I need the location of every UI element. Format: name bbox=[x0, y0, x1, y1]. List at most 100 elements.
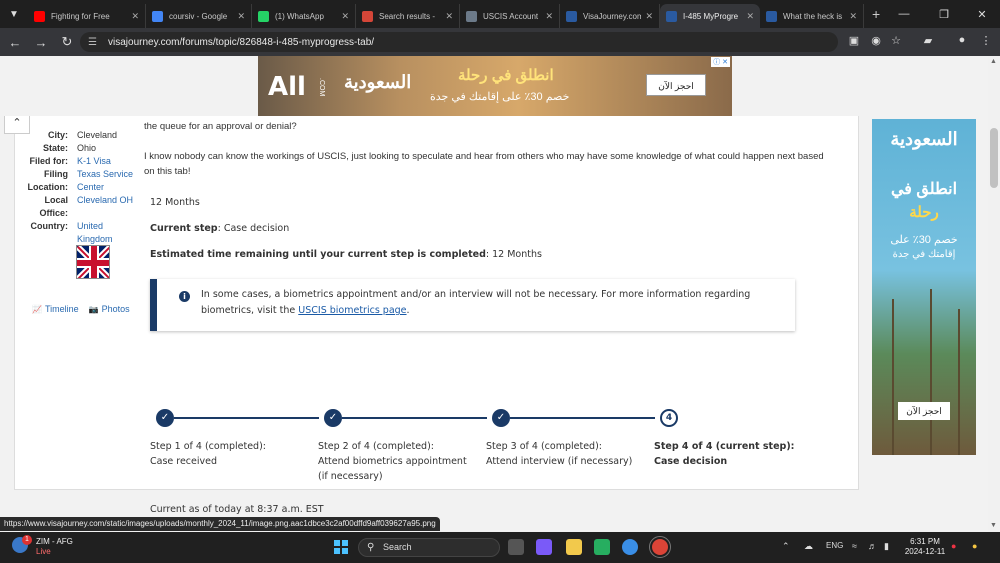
file-explorer-icon[interactable] bbox=[566, 539, 582, 555]
language-indicator[interactable]: ENG bbox=[826, 541, 843, 550]
ad-brand-logo: All bbox=[268, 72, 306, 102]
close-tab-icon[interactable]: ✕ bbox=[545, 11, 553, 22]
start-button[interactable] bbox=[334, 540, 348, 554]
profile-icon[interactable]: ● bbox=[954, 34, 970, 50]
tab-2[interactable]: coursiv - Google ✕ bbox=[146, 4, 252, 28]
profile-value[interactable]: K-1 Visa bbox=[77, 156, 139, 166]
address-bar[interactable]: ☰ visajourney.com/forums/topic/826848-i-… bbox=[80, 32, 838, 52]
profile-label: Filed for: bbox=[29, 156, 69, 166]
battery-icon[interactable]: ▮ bbox=[884, 541, 889, 552]
copilot-icon[interactable]: ● bbox=[972, 541, 977, 551]
post-paragraph: I know nobody can know the workings of U… bbox=[144, 151, 824, 162]
tab-5[interactable]: USCIS Account ✕ bbox=[460, 4, 560, 28]
close-tab-icon[interactable]: ✕ bbox=[445, 11, 453, 22]
volume-icon[interactable]: ♬ bbox=[868, 541, 877, 551]
clock[interactable]: 6:31 PM 2024-12-11 bbox=[904, 537, 946, 557]
tracking-protection-icon[interactable]: ◉ bbox=[868, 34, 884, 50]
close-tab-icon[interactable]: ✕ bbox=[341, 11, 349, 22]
step-label: Step 3 of 4 (completed): Attend interview… bbox=[486, 441, 633, 467]
gmail-icon bbox=[362, 10, 373, 22]
profile-value: Ohio bbox=[77, 143, 97, 153]
browser-toolbar: ← → ↻ ☰ visajourney.com/forums/topic/826… bbox=[0, 28, 1000, 56]
side-ad-offer-1: خصم 30٪ على bbox=[890, 234, 958, 246]
profile-value[interactable]: Kingdom bbox=[77, 234, 139, 244]
uscis-biometrics-link[interactable]: USCIS biometrics page bbox=[298, 305, 406, 316]
photos-link[interactable]: 📷 Photos bbox=[89, 304, 130, 314]
extensions-icon[interactable]: ▰ bbox=[920, 34, 936, 50]
scroll-down-arrow[interactable]: ▼ bbox=[990, 522, 997, 529]
restore-button[interactable]: ❐ bbox=[926, 0, 962, 28]
close-tab-icon[interactable]: ✕ bbox=[237, 11, 245, 22]
ad-brand-suffix: .COM bbox=[318, 78, 325, 97]
tab-8[interactable]: What the heck is ✕ bbox=[760, 4, 864, 28]
page-viewport: All .COM السعودية انطلق في رحلة خصم 30٪ … bbox=[0, 56, 988, 532]
site-info-icon[interactable]: ☰ bbox=[88, 37, 102, 48]
scroll-thumb[interactable] bbox=[990, 128, 998, 188]
tab-7[interactable]: I-485 MyProgre ✕ bbox=[660, 4, 760, 28]
progress-connector bbox=[510, 417, 655, 419]
tab-4[interactable]: Search results - ✕ bbox=[356, 4, 460, 28]
ad-book-now-button[interactable]: احجز الآن bbox=[646, 74, 706, 96]
tab-strip: ▼ Fighting for Free ✕ coursiv - Google ✕ (1)… bbox=[0, 0, 1000, 28]
myprogress-screenshot[interactable]: 12 Months Current step: Case decision Es… bbox=[144, 191, 804, 515]
step-label: Step 1 of 4 (completed): Case received bbox=[150, 441, 266, 467]
profile-value[interactable]: Center bbox=[77, 182, 139, 192]
forward-button[interactable]: → bbox=[28, 35, 54, 50]
weather-widget[interactable]: 1 ZIM - AFG Live bbox=[12, 535, 73, 557]
profile-value[interactable]: Texas Service bbox=[77, 169, 139, 179]
new-tab-button[interactable]: + bbox=[872, 6, 880, 22]
profile-value[interactable]: Cleveland OH bbox=[77, 195, 139, 205]
palm-tree-graphic bbox=[892, 299, 894, 455]
tab-search-button[interactable]: ▼ bbox=[0, 0, 28, 28]
close-tab-icon[interactable]: ✕ bbox=[746, 11, 754, 22]
close-window-button[interactable]: ✕ bbox=[964, 0, 1000, 28]
top-banner-ad[interactable]: All .COM السعودية انطلق في رحلة خصم 30٪ … bbox=[258, 56, 732, 116]
task-view-icon[interactable] bbox=[508, 539, 524, 555]
as-of-text: Current as of today at 8:37 a.m. EST bbox=[150, 504, 324, 515]
profile-value[interactable]: United bbox=[77, 221, 139, 231]
install-app-icon[interactable]: ▣ bbox=[846, 34, 862, 50]
tab-3[interactable]: (1) WhatsApp ✕ bbox=[252, 4, 356, 28]
windows-taskbar: 1 ZIM - AFG Live ⚲ Search ⌃ ☁ ENG ≈ ♬ ▮ 6:… bbox=[0, 532, 1000, 563]
chrome-icon[interactable] bbox=[649, 536, 671, 558]
side-ad-headline-2: رحلة bbox=[909, 204, 939, 221]
weather-icon: 1 bbox=[12, 535, 32, 553]
scroll-up-arrow[interactable]: ▲ bbox=[990, 58, 997, 65]
close-tab-icon[interactable]: ✕ bbox=[131, 11, 139, 22]
cloud-icon[interactable]: ☁ bbox=[804, 541, 813, 552]
uscis-icon bbox=[466, 10, 477, 22]
photos-icon: 📷 bbox=[88, 305, 99, 314]
search-icon: ⚲ bbox=[367, 542, 375, 553]
chat-app-icon[interactable] bbox=[536, 539, 552, 555]
profile-label: Local bbox=[44, 195, 68, 205]
profile-label: Location: bbox=[27, 182, 69, 192]
step-label: Step 4 of 4 (current step): Case decision bbox=[654, 441, 795, 467]
app-icon[interactable] bbox=[594, 539, 610, 555]
estimate-text: Estimated time remaining until your curr… bbox=[150, 249, 542, 260]
minimize-button[interactable]: — bbox=[886, 0, 922, 28]
close-tab-icon[interactable]: ✕ bbox=[849, 11, 857, 22]
show-hidden-icons[interactable]: ⌃ bbox=[782, 541, 790, 552]
profile-label: State: bbox=[42, 143, 68, 153]
tab-6[interactable]: VisaJourney.com ✕ bbox=[560, 4, 660, 28]
wifi-icon[interactable]: ≈ bbox=[852, 541, 857, 551]
profile-label: City: bbox=[48, 130, 68, 140]
bookmark-star-icon[interactable]: ☆ bbox=[888, 34, 904, 50]
progress-connector bbox=[174, 417, 319, 419]
edge-icon[interactable] bbox=[622, 539, 638, 555]
timeline-link[interactable]: 📈 Timeline bbox=[32, 304, 79, 314]
close-tab-icon[interactable]: ✕ bbox=[645, 11, 653, 22]
notification-bell-icon[interactable]: ● bbox=[951, 541, 956, 551]
taskbar-search[interactable]: ⚲ Search bbox=[358, 538, 500, 557]
url-text: visajourney.com/forums/topic/826848-i-48… bbox=[108, 36, 375, 48]
side-ad-book-now-button[interactable]: احجز الآن bbox=[898, 402, 950, 420]
visajourney-icon bbox=[766, 10, 777, 22]
side-banner-ad[interactable]: السعودية انطلق في رحلة خصم 30٪ على إقامت… bbox=[872, 119, 976, 455]
tab-1[interactable]: Fighting for Free ✕ bbox=[28, 4, 146, 28]
browser-menu-icon[interactable]: ⋮ bbox=[978, 34, 994, 50]
back-button[interactable]: ← bbox=[2, 35, 28, 50]
reload-button[interactable]: ↻ bbox=[54, 34, 80, 50]
page-scrollbar[interactable]: ▲ ▼ bbox=[988, 56, 1000, 532]
ad-choices-icon[interactable]: ⓘ ✕ bbox=[711, 57, 730, 67]
youtube-icon bbox=[34, 10, 45, 22]
